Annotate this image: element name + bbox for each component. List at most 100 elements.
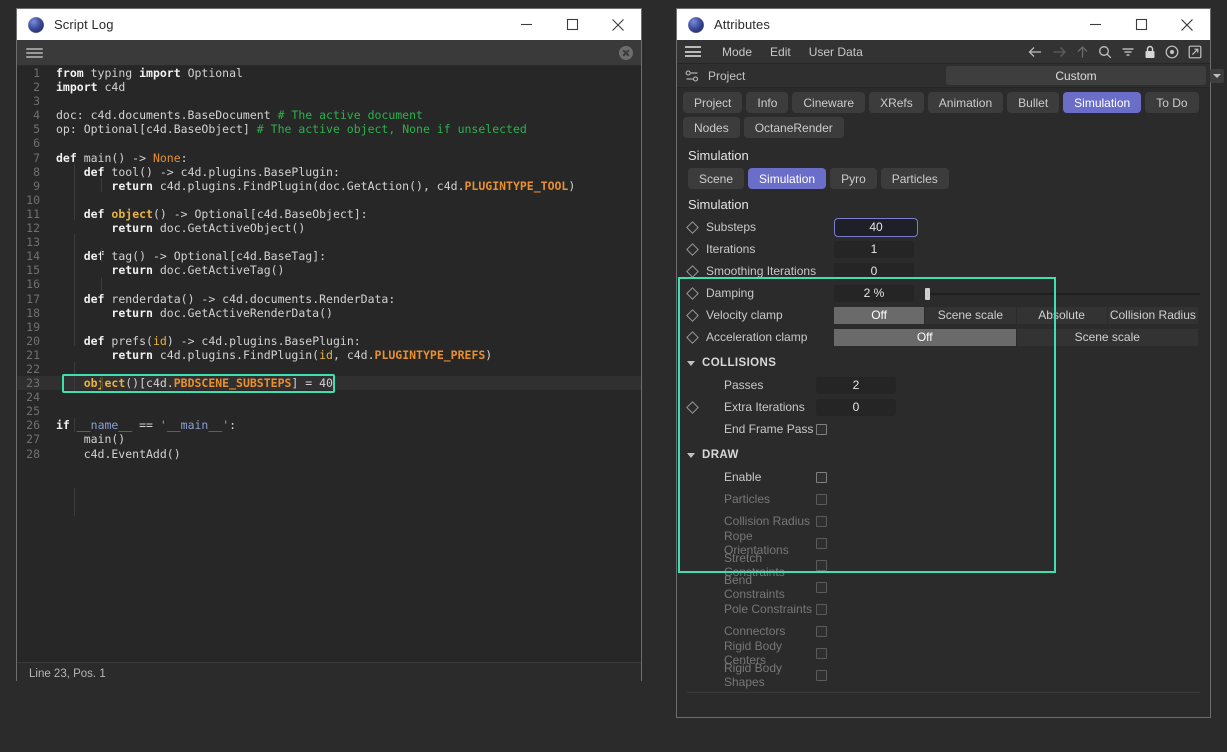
code-line[interactable]: 12 return doc.GetActiveObject() — [17, 221, 641, 235]
close-circle-icon[interactable] — [619, 45, 633, 60]
slider-knob[interactable] — [925, 287, 930, 300]
tab-project[interactable]: Project — [683, 92, 743, 113]
code-line[interactable]: 26 if __name__ == '__main__': — [17, 418, 641, 432]
keyframe-diamond-icon[interactable] — [686, 242, 699, 256]
close-icon[interactable] — [595, 9, 641, 40]
velocity-clamp-segmented[interactable]: Off Scene scale Absolute Collision Radius — [834, 306, 1198, 324]
hamburger-icon[interactable] — [26, 46, 43, 60]
filter-icon[interactable] — [1121, 45, 1135, 59]
smoothing-iterations-input[interactable]: 0 — [834, 262, 914, 280]
damping-slider[interactable] — [920, 285, 1210, 302]
external-link-icon[interactable] — [1188, 45, 1202, 59]
tab-info[interactable]: Info — [746, 92, 789, 113]
acceleration-clamp-option-scene-scale[interactable]: Scene scale — [1016, 328, 1198, 346]
extra-iterations-input[interactable]: 0 — [816, 398, 896, 416]
code-line[interactable]: 13 — [17, 235, 641, 249]
keyframe-diamond-icon[interactable] — [686, 330, 699, 344]
code-line[interactable]: 16 — [17, 277, 641, 291]
velocity-clamp-option-scene-scale[interactable]: Scene scale — [925, 306, 1017, 324]
lock-icon[interactable] — [1144, 45, 1156, 59]
rope-orientations-checkbox[interactable] — [816, 537, 827, 549]
code-line[interactable]: 22 — [17, 362, 641, 376]
substeps-input[interactable]: 40 — [834, 217, 918, 237]
forward-arrow-icon[interactable] — [1052, 45, 1067, 59]
code-line[interactable]: 9 return c4d.plugins.FindPlugin(doc.GetA… — [17, 179, 641, 193]
tab-xrefs[interactable]: XRefs — [869, 92, 924, 113]
code-editor[interactable]: 1 from typing import Optional 2 import c4d 3… — [17, 66, 641, 662]
velocity-clamp-option-collision-radius[interactable]: Collision Radius — [1107, 306, 1198, 324]
end-frame-pass-checkbox[interactable] — [816, 423, 827, 435]
collisions-group-header[interactable]: COLLISIONS — [677, 352, 1210, 374]
keyframe-diamond-icon[interactable] — [686, 264, 699, 278]
keyframe-diamond-icon[interactable] — [686, 400, 699, 414]
code-line[interactable]: 11 def object() -> Optional[c4d.BaseObje… — [17, 207, 641, 221]
minimize-icon[interactable] — [1072, 9, 1118, 40]
code-line[interactable]: 17 def renderdata() -> c4d.documents.Ren… — [17, 292, 641, 306]
search-icon[interactable] — [1098, 45, 1112, 59]
pole-constraints-checkbox[interactable] — [816, 603, 827, 615]
menu-item-mode[interactable]: Mode — [713, 40, 761, 64]
code-line[interactable]: 14 def tag() -> Optional[c4d.BaseTag]: — [17, 249, 641, 263]
tab-to-do[interactable]: To Do — [1145, 92, 1199, 113]
code-line[interactable]: 25 — [17, 404, 641, 418]
rigid-body-shapes-checkbox[interactable] — [816, 669, 827, 681]
maximize-icon[interactable] — [549, 9, 595, 40]
bend-constraints-checkbox[interactable] — [816, 581, 827, 593]
up-arrow-icon[interactable] — [1076, 45, 1089, 59]
keyframe-diamond-icon[interactable] — [686, 308, 699, 322]
iterations-input[interactable]: 1 — [834, 240, 914, 258]
code-line[interactable]: 10 — [17, 193, 641, 207]
passes-input[interactable]: 2 — [816, 376, 896, 394]
code-line[interactable]: 8 def tool() -> c4d.plugins.BasePlugin: — [17, 165, 641, 179]
sim-subtab-pyro[interactable]: Pyro — [830, 168, 877, 189]
sim-subtab-simulation[interactable]: Simulation — [748, 168, 827, 189]
code-line[interactable]: 5 op: Optional[c4d.BaseObject] # The acti… — [17, 122, 641, 136]
tab-cineware[interactable]: Cineware — [792, 92, 866, 113]
tab-simulation[interactable]: Simulation — [1063, 92, 1142, 113]
connectors-checkbox[interactable] — [816, 625, 827, 637]
maximize-icon[interactable] — [1118, 9, 1164, 40]
draw-group-header[interactable]: DRAW — [677, 444, 1210, 466]
chevron-down-icon[interactable] — [687, 452, 695, 458]
code-line[interactable]: 4 doc: c4d.documents.BaseDocument # The a… — [17, 108, 641, 122]
tab-bullet[interactable]: Bullet — [1007, 92, 1060, 113]
code-line[interactable]: 15 return doc.GetActiveTag() — [17, 263, 641, 277]
code-line[interactable]: 21 return c4d.plugins.FindPlugin(id, c4d… — [17, 348, 641, 362]
stretch-constraints-checkbox[interactable] — [816, 559, 827, 571]
rigid-body-centers-checkbox[interactable] — [816, 647, 827, 659]
minimize-icon[interactable] — [503, 9, 549, 40]
code-line[interactable]: 24 — [17, 390, 641, 404]
back-arrow-icon[interactable] — [1028, 45, 1043, 59]
acceleration-clamp-option-off[interactable]: Off — [834, 328, 1017, 346]
tab-nodes[interactable]: Nodes — [683, 117, 740, 138]
tab-animation[interactable]: Animation — [927, 92, 1004, 113]
code-line[interactable]: 28 c4d.EventAdd() — [17, 447, 641, 461]
code-line[interactable]: 3 — [17, 94, 641, 108]
target-icon[interactable] — [1165, 45, 1179, 59]
code-line[interactable]: 19 — [17, 320, 641, 334]
keyframe-diamond-icon[interactable] — [686, 220, 699, 234]
sim-subtab-scene[interactable]: Scene — [688, 168, 745, 189]
code-line[interactable]: 20 def prefs(id) -> c4d.plugins.BasePlug… — [17, 334, 641, 348]
velocity-clamp-option-absolute[interactable]: Absolute — [1016, 306, 1108, 324]
tab-octanerender[interactable]: OctaneRender — [743, 117, 844, 138]
menu-item-edit[interactable]: Edit — [761, 40, 800, 64]
code-line[interactable]: 6 — [17, 136, 641, 150]
hamburger-icon[interactable] — [685, 44, 701, 60]
enable-checkbox[interactable] — [816, 471, 827, 483]
code-line[interactable]: 1 from typing import Optional — [17, 66, 641, 80]
project-preset-combo[interactable]: Custom — [946, 66, 1224, 85]
close-icon[interactable] — [1164, 9, 1210, 40]
particles-checkbox[interactable] — [816, 493, 827, 505]
code-line[interactable]: 18 return doc.GetActiveRenderData() — [17, 306, 641, 320]
damping-input[interactable]: 2 % — [834, 284, 914, 302]
acceleration-clamp-segmented[interactable]: Off Scene scale — [834, 328, 1198, 346]
menu-item-user-data[interactable]: User Data — [800, 40, 872, 64]
code-line[interactable]: 23 object()[c4d.PBDSCENE_SUBSTEPS] = 40 — [17, 376, 641, 391]
velocity-clamp-option-off[interactable]: Off — [834, 306, 926, 324]
chevron-down-icon[interactable] — [687, 360, 695, 366]
sim-subtab-particles[interactable]: Particles — [880, 168, 949, 189]
code-line[interactable]: 27 main() — [17, 432, 641, 446]
code-line[interactable]: 7 def main() -> None: — [17, 151, 641, 165]
chevron-down-icon[interactable] — [1210, 69, 1224, 83]
